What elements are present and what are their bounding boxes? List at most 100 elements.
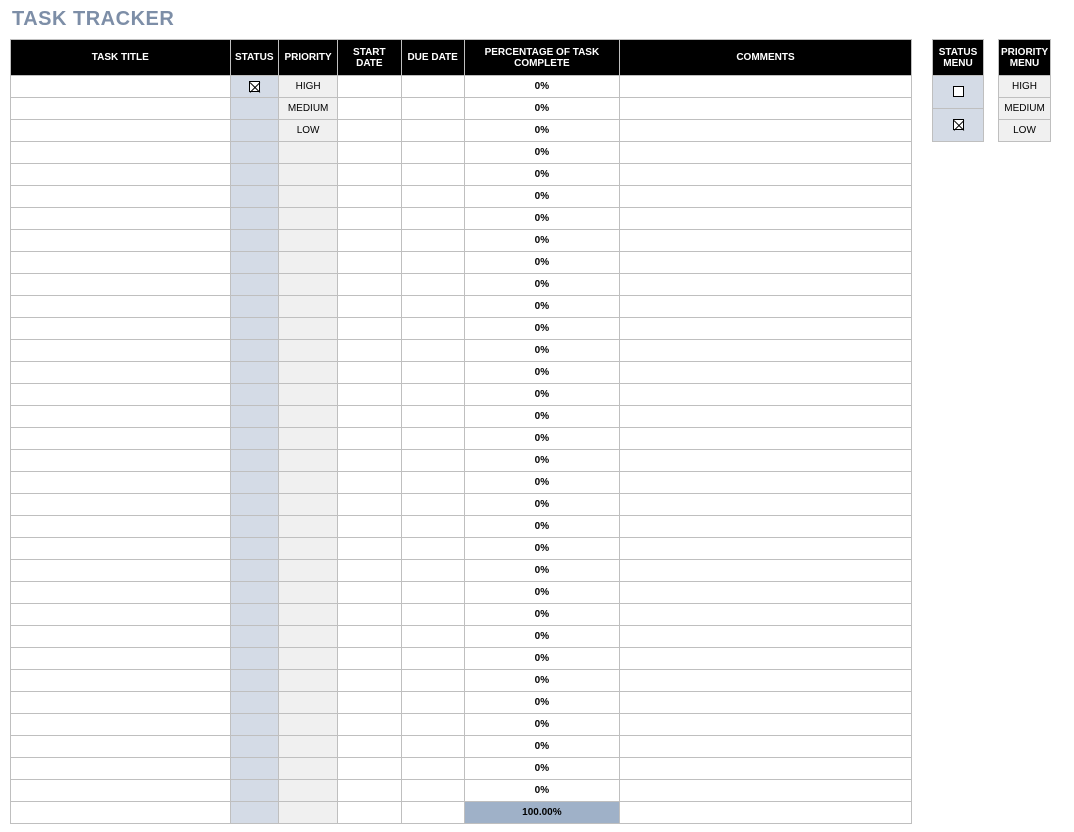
cell-pct-complete[interactable]: 0%	[464, 142, 619, 164]
cell-due-date[interactable]	[401, 582, 464, 604]
cell-task-title[interactable]	[11, 164, 231, 186]
cell-pct-complete[interactable]: 0%	[464, 758, 619, 780]
cell-comments[interactable]	[619, 142, 911, 164]
cell-start-date[interactable]	[338, 472, 401, 494]
cell-status[interactable]	[230, 230, 279, 252]
cell-start-date[interactable]	[338, 648, 401, 670]
cell-due-date[interactable]	[401, 604, 464, 626]
cell-priority[interactable]	[279, 252, 338, 274]
checkbox-empty-icon[interactable]	[953, 86, 964, 97]
cell-pct-complete[interactable]: 0%	[464, 626, 619, 648]
cell-status[interactable]	[230, 670, 279, 692]
cell-start-date[interactable]	[338, 670, 401, 692]
cell-task-title[interactable]	[11, 428, 231, 450]
cell-task-title[interactable]	[11, 230, 231, 252]
cell-task-title[interactable]	[11, 560, 231, 582]
cell-pct-complete[interactable]: 0%	[464, 340, 619, 362]
cell-comments[interactable]	[619, 450, 911, 472]
cell-pct-complete[interactable]: 0%	[464, 648, 619, 670]
cell-status[interactable]	[230, 186, 279, 208]
cell-pct-complete[interactable]: 0%	[464, 120, 619, 142]
cell-task-title[interactable]	[11, 186, 231, 208]
cell-task-title[interactable]	[11, 340, 231, 362]
cell-due-date[interactable]	[401, 274, 464, 296]
cell-start-date[interactable]	[338, 384, 401, 406]
cell-task-title[interactable]	[11, 252, 231, 274]
cell-priority[interactable]	[279, 692, 338, 714]
cell-priority[interactable]	[279, 142, 338, 164]
cell-comments[interactable]	[619, 230, 911, 252]
cell-status[interactable]	[230, 142, 279, 164]
cell-due-date[interactable]	[401, 428, 464, 450]
cell-status[interactable]	[230, 516, 279, 538]
cell-task-title[interactable]	[11, 120, 231, 142]
cell-comments[interactable]	[619, 560, 911, 582]
cell-status[interactable]	[230, 538, 279, 560]
cell-priority[interactable]: MEDIUM	[279, 98, 338, 120]
cell-start-date[interactable]	[338, 582, 401, 604]
cell-due-date[interactable]	[401, 758, 464, 780]
cell-due-date[interactable]	[401, 406, 464, 428]
cell-comments[interactable]	[619, 362, 911, 384]
cell-pct-complete[interactable]: 0%	[464, 164, 619, 186]
cell-task-title[interactable]	[11, 296, 231, 318]
cell-task-title[interactable]	[11, 604, 231, 626]
cell-start-date[interactable]	[338, 736, 401, 758]
cell-pct-complete[interactable]: 0%	[464, 208, 619, 230]
cell-pct-complete[interactable]: 0%	[464, 296, 619, 318]
cell-due-date[interactable]	[401, 98, 464, 120]
cell-task-title[interactable]	[11, 494, 231, 516]
cell-due-date[interactable]	[401, 670, 464, 692]
cell-status[interactable]	[230, 714, 279, 736]
cell-comments[interactable]	[619, 384, 911, 406]
cell-priority[interactable]	[279, 604, 338, 626]
cell-status[interactable]	[230, 120, 279, 142]
cell-due-date[interactable]	[401, 494, 464, 516]
cell-start-date[interactable]	[338, 626, 401, 648]
cell-pct-complete[interactable]: 0%	[464, 318, 619, 340]
cell-status[interactable]	[230, 494, 279, 516]
cell-task-title[interactable]	[11, 758, 231, 780]
cell-task-title[interactable]	[11, 626, 231, 648]
cell-priority[interactable]: HIGH	[279, 76, 338, 98]
cell-priority[interactable]	[279, 516, 338, 538]
cell-due-date[interactable]	[401, 186, 464, 208]
cell-pct-complete[interactable]: 0%	[464, 76, 619, 98]
cell-priority[interactable]	[279, 780, 338, 802]
cell-pct-complete[interactable]: 0%	[464, 692, 619, 714]
cell-pct-complete[interactable]: 0%	[464, 560, 619, 582]
cell-priority[interactable]	[279, 736, 338, 758]
cell-due-date[interactable]	[401, 648, 464, 670]
cell-priority[interactable]	[279, 384, 338, 406]
cell-pct-complete[interactable]: 0%	[464, 538, 619, 560]
cell-pct-complete[interactable]: 0%	[464, 384, 619, 406]
cell-start-date[interactable]	[338, 76, 401, 98]
cell-task-title[interactable]	[11, 670, 231, 692]
cell-priority[interactable]	[279, 472, 338, 494]
cell-comments[interactable]	[619, 428, 911, 450]
cell-status[interactable]	[230, 384, 279, 406]
cell-start-date[interactable]	[338, 780, 401, 802]
cell-status[interactable]	[230, 98, 279, 120]
cell-start-date[interactable]	[338, 230, 401, 252]
cell-pct-complete[interactable]: 0%	[464, 450, 619, 472]
cell-priority[interactable]	[279, 406, 338, 428]
cell-start-date[interactable]	[338, 340, 401, 362]
cell-status[interactable]	[230, 406, 279, 428]
cell-comments[interactable]	[619, 76, 911, 98]
cell-start-date[interactable]	[338, 560, 401, 582]
cell-priority[interactable]	[279, 340, 338, 362]
cell-status[interactable]	[230, 648, 279, 670]
cell-comments[interactable]	[619, 340, 911, 362]
cell-due-date[interactable]	[401, 714, 464, 736]
cell-priority[interactable]	[279, 538, 338, 560]
cell-comments[interactable]	[619, 714, 911, 736]
cell-comments[interactable]	[619, 296, 911, 318]
cell-due-date[interactable]	[401, 538, 464, 560]
cell-due-date[interactable]	[401, 472, 464, 494]
cell-pct-complete[interactable]: 0%	[464, 494, 619, 516]
cell-task-title[interactable]	[11, 736, 231, 758]
cell-due-date[interactable]	[401, 780, 464, 802]
cell-status[interactable]	[230, 582, 279, 604]
cell-priority[interactable]	[279, 670, 338, 692]
